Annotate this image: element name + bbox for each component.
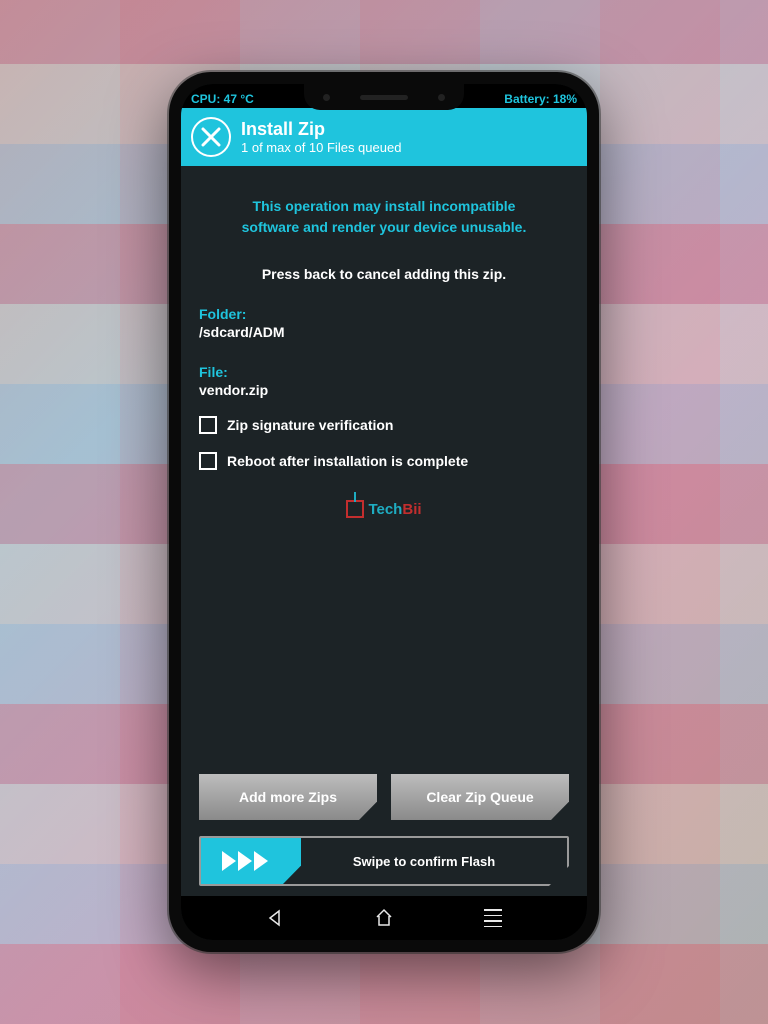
file-label: File:	[199, 364, 569, 380]
zip-signature-checkbox-row[interactable]: Zip signature verification	[199, 416, 569, 434]
arrow-icon	[254, 851, 268, 871]
phone-frame: CPU: 47 °C Battery: 18% Install Zip 1 of…	[169, 72, 599, 952]
watermark-text: TechBii	[368, 501, 421, 518]
cpu-temp: CPU: 47 °C	[191, 92, 254, 106]
watermark: TechBii	[199, 500, 569, 518]
back-icon	[266, 909, 284, 927]
home-icon	[374, 908, 394, 928]
folder-label: Folder:	[199, 306, 569, 322]
app-header: Install Zip 1 of max of 10 Files queued	[181, 108, 587, 166]
instruction-text: Press back to cancel adding this zip.	[199, 266, 569, 282]
action-buttons: Add more Zips Clear Zip Queue	[199, 774, 569, 820]
warning-line1: This operation may install incompatible	[199, 196, 569, 217]
swipe-label: Swipe to confirm Flash	[301, 854, 567, 869]
menu-button[interactable]	[468, 903, 518, 933]
main-content: This operation may install incompatible …	[181, 166, 587, 896]
arrow-icon	[222, 851, 236, 871]
add-more-zips-button[interactable]: Add more Zips	[199, 774, 377, 820]
swipe-to-flash[interactable]: Swipe to confirm Flash	[199, 836, 569, 886]
warning-text: This operation may install incompatible …	[199, 196, 569, 238]
folder-info: Folder: /sdcard/ADM	[199, 306, 569, 340]
folder-value: /sdcard/ADM	[199, 324, 569, 340]
home-button[interactable]	[359, 903, 409, 933]
header-text: Install Zip 1 of max of 10 Files queued	[241, 119, 401, 155]
menu-icon	[484, 909, 502, 927]
zip-signature-label: Zip signature verification	[227, 417, 393, 433]
phone-screen: CPU: 47 °C Battery: 18% Install Zip 1 of…	[181, 84, 587, 940]
file-info: File: vendor.zip	[199, 364, 569, 398]
twrp-logo-icon	[191, 117, 231, 157]
file-value: vendor.zip	[199, 382, 569, 398]
queue-status: 1 of max of 10 Files queued	[241, 140, 401, 155]
checkbox-icon	[199, 416, 217, 434]
display-notch	[304, 84, 464, 110]
page-title: Install Zip	[241, 119, 401, 140]
clear-zip-queue-button[interactable]: Clear Zip Queue	[391, 774, 569, 820]
arrow-icon	[238, 851, 252, 871]
back-button[interactable]	[250, 903, 300, 933]
watermark-logo-icon	[346, 500, 364, 518]
reboot-checkbox-row[interactable]: Reboot after installation is complete	[199, 452, 569, 470]
nav-bar	[181, 896, 587, 940]
reboot-label: Reboot after installation is complete	[227, 453, 468, 469]
swipe-handle[interactable]	[201, 838, 301, 884]
battery-level: Battery: 18%	[504, 92, 577, 106]
checkbox-icon	[199, 452, 217, 470]
warning-line2: software and render your device unusable…	[199, 217, 569, 238]
